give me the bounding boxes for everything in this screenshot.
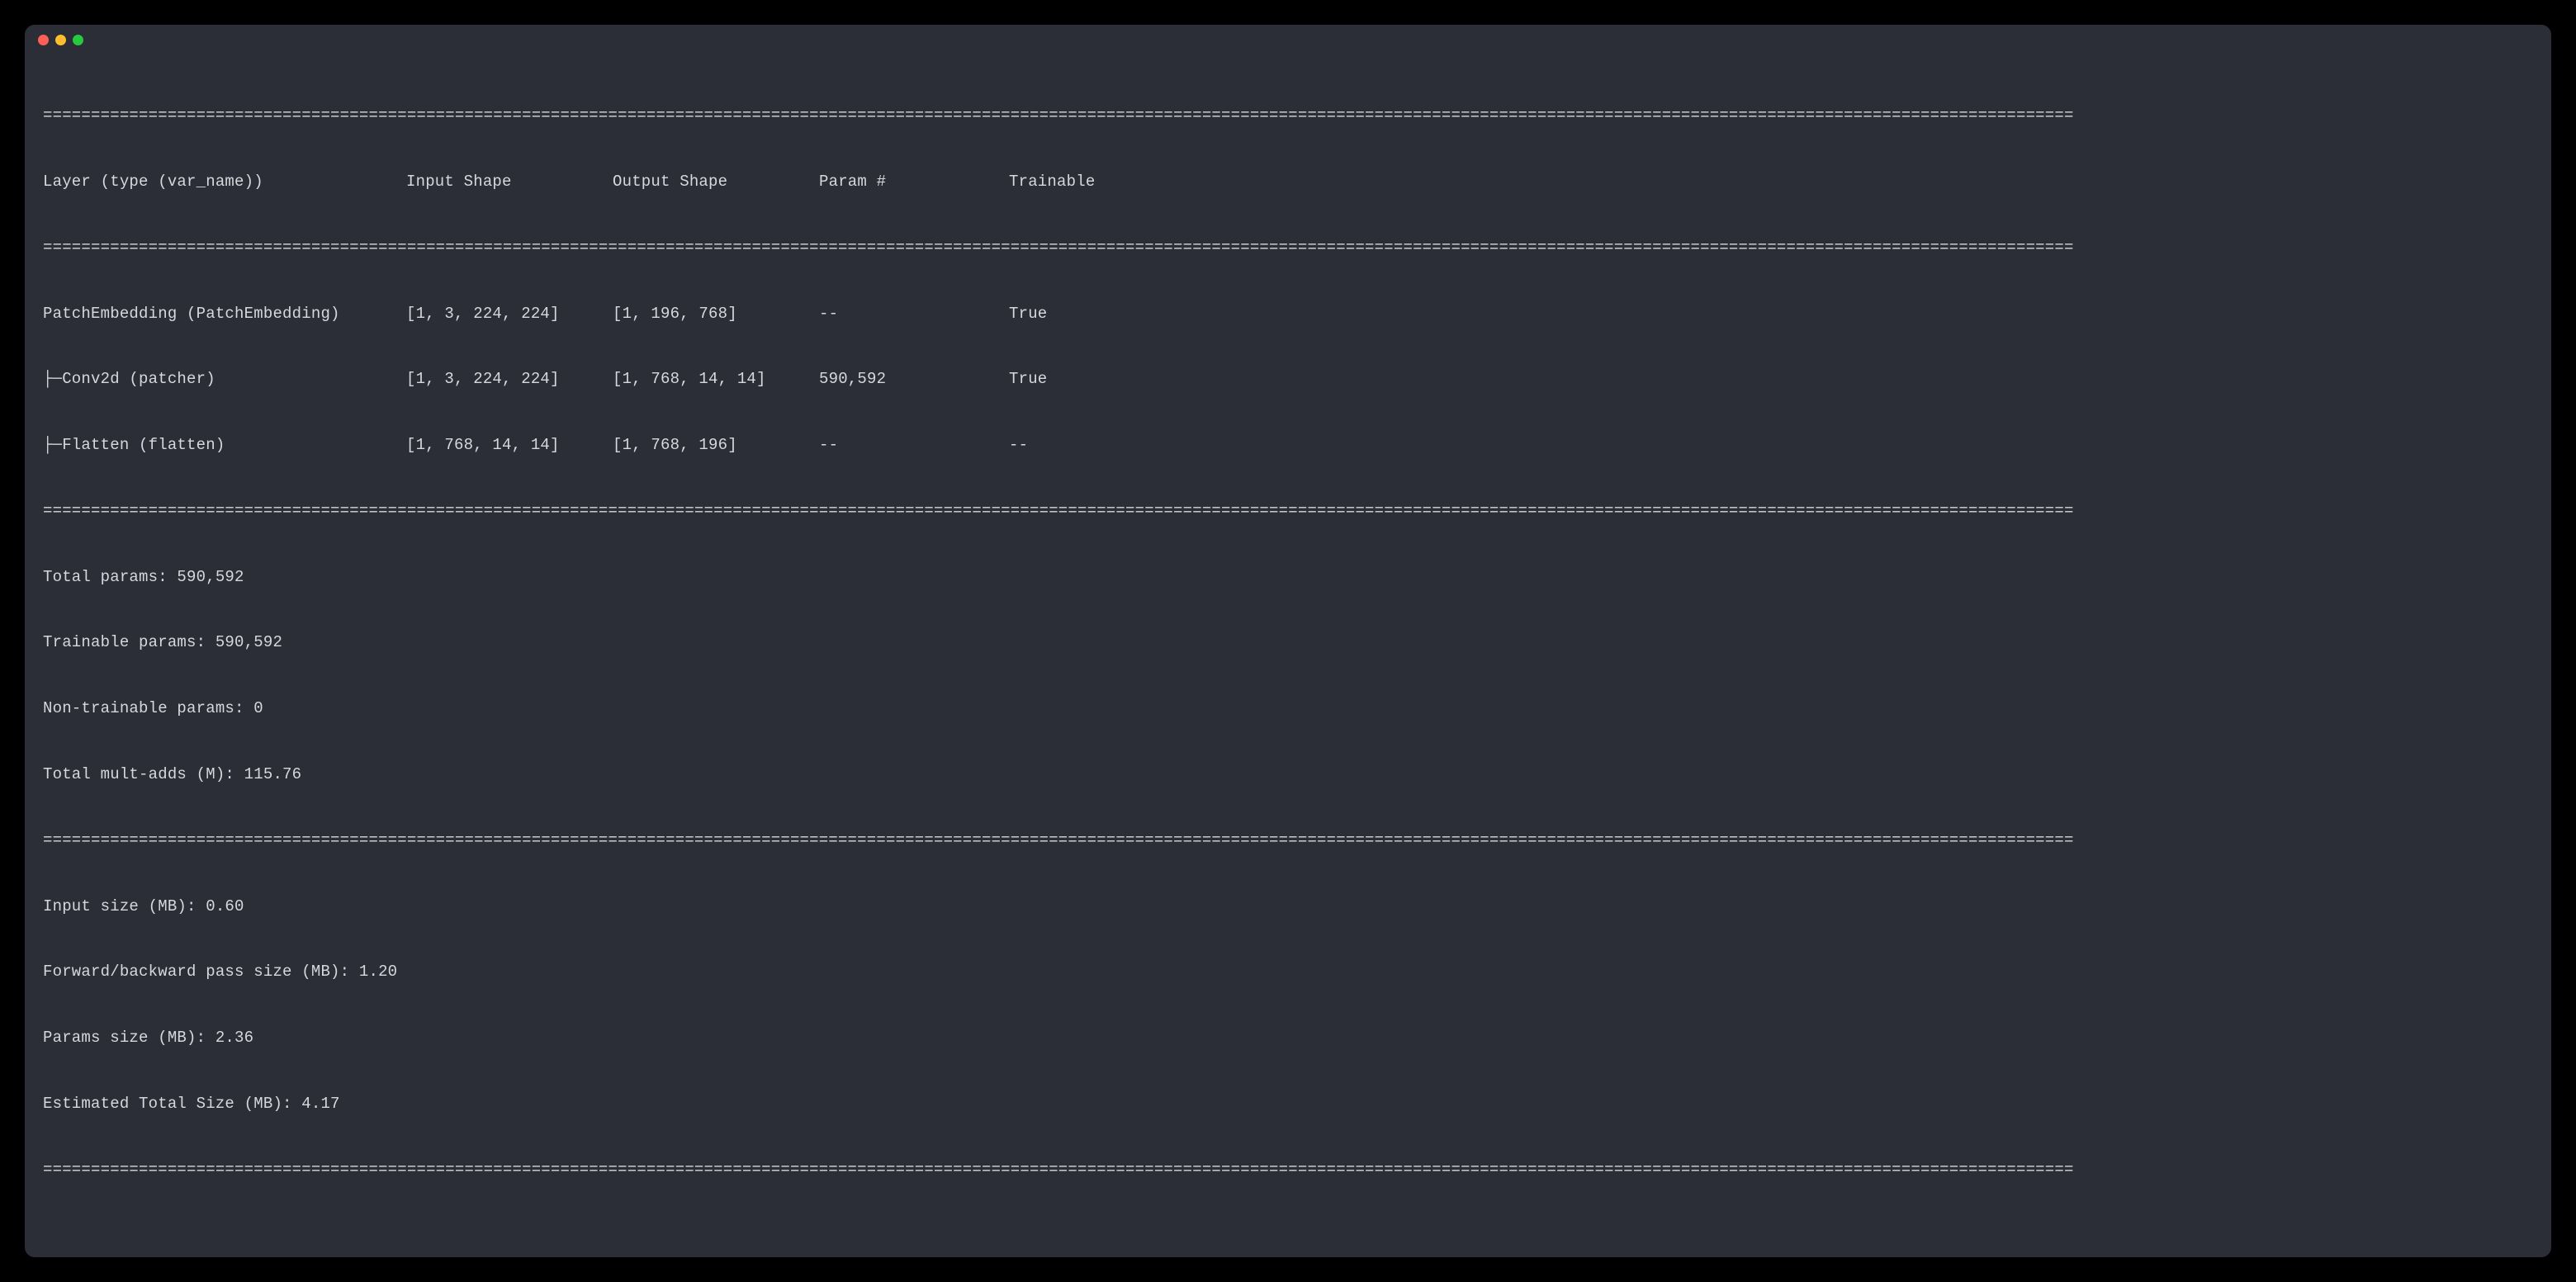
divider [43, 1159, 2533, 1181]
non-trainable-params: Non-trainable params: 0 [43, 698, 2533, 720]
header-input-shape: Input Shape [406, 171, 613, 193]
close-icon[interactable] [38, 35, 49, 45]
table-header: Layer (type (var_name)) Input Shape Outp… [43, 171, 2533, 193]
titlebar [25, 25, 2551, 54]
cell-output-shape: [1, 768, 14, 14] [613, 368, 819, 390]
cell-layer: PatchEmbedding (PatchEmbedding) [43, 303, 406, 325]
terminal-output: Layer (type (var_name)) Input Shape Outp… [25, 54, 2551, 1257]
input-size: Input size (MB): 0.60 [43, 896, 2533, 918]
terminal-window: Layer (type (var_name)) Input Shape Outp… [25, 25, 2551, 1257]
divider [43, 830, 2533, 852]
cell-trainable: -- [1009, 434, 2533, 457]
total-params: Total params: 590,592 [43, 566, 2533, 589]
table-row: ├─Flatten (flatten) [1, 768, 14, 14] [1,… [43, 434, 2533, 457]
fwd-bwd-size: Forward/backward pass size (MB): 1.20 [43, 961, 2533, 983]
divider [43, 237, 2533, 259]
maximize-icon[interactable] [73, 35, 83, 45]
params-size: Params size (MB): 2.36 [43, 1027, 2533, 1049]
cell-param-count: 590,592 [819, 368, 1009, 390]
minimize-icon[interactable] [55, 35, 66, 45]
total-size: Estimated Total Size (MB): 4.17 [43, 1093, 2533, 1115]
cell-input-shape: [1, 768, 14, 14] [406, 434, 613, 457]
header-layer: Layer (type (var_name)) [43, 171, 406, 193]
header-trainable: Trainable [1009, 171, 2533, 193]
table-row: ├─Conv2d (patcher) [1, 3, 224, 224] [1, … [43, 368, 2533, 390]
cell-output-shape: [1, 768, 196] [613, 434, 819, 457]
cell-output-shape: [1, 196, 768] [613, 303, 819, 325]
cell-input-shape: [1, 3, 224, 224] [406, 303, 613, 325]
cell-input-shape: [1, 3, 224, 224] [406, 368, 613, 390]
cell-trainable: True [1009, 368, 2533, 390]
cell-layer: ├─Flatten (flatten) [43, 434, 406, 457]
cell-layer: ├─Conv2d (patcher) [43, 368, 406, 390]
cell-param-count: -- [819, 303, 1009, 325]
cell-param-count: -- [819, 434, 1009, 457]
header-output-shape: Output Shape [613, 171, 819, 193]
trainable-params: Trainable params: 590,592 [43, 632, 2533, 654]
table-row: PatchEmbedding (PatchEmbedding) [1, 3, 2… [43, 303, 2533, 325]
divider [43, 105, 2533, 127]
mult-adds: Total mult-adds (M): 115.76 [43, 764, 2533, 786]
cell-trainable: True [1009, 303, 2533, 325]
divider [43, 500, 2533, 523]
header-param-count: Param # [819, 171, 1009, 193]
